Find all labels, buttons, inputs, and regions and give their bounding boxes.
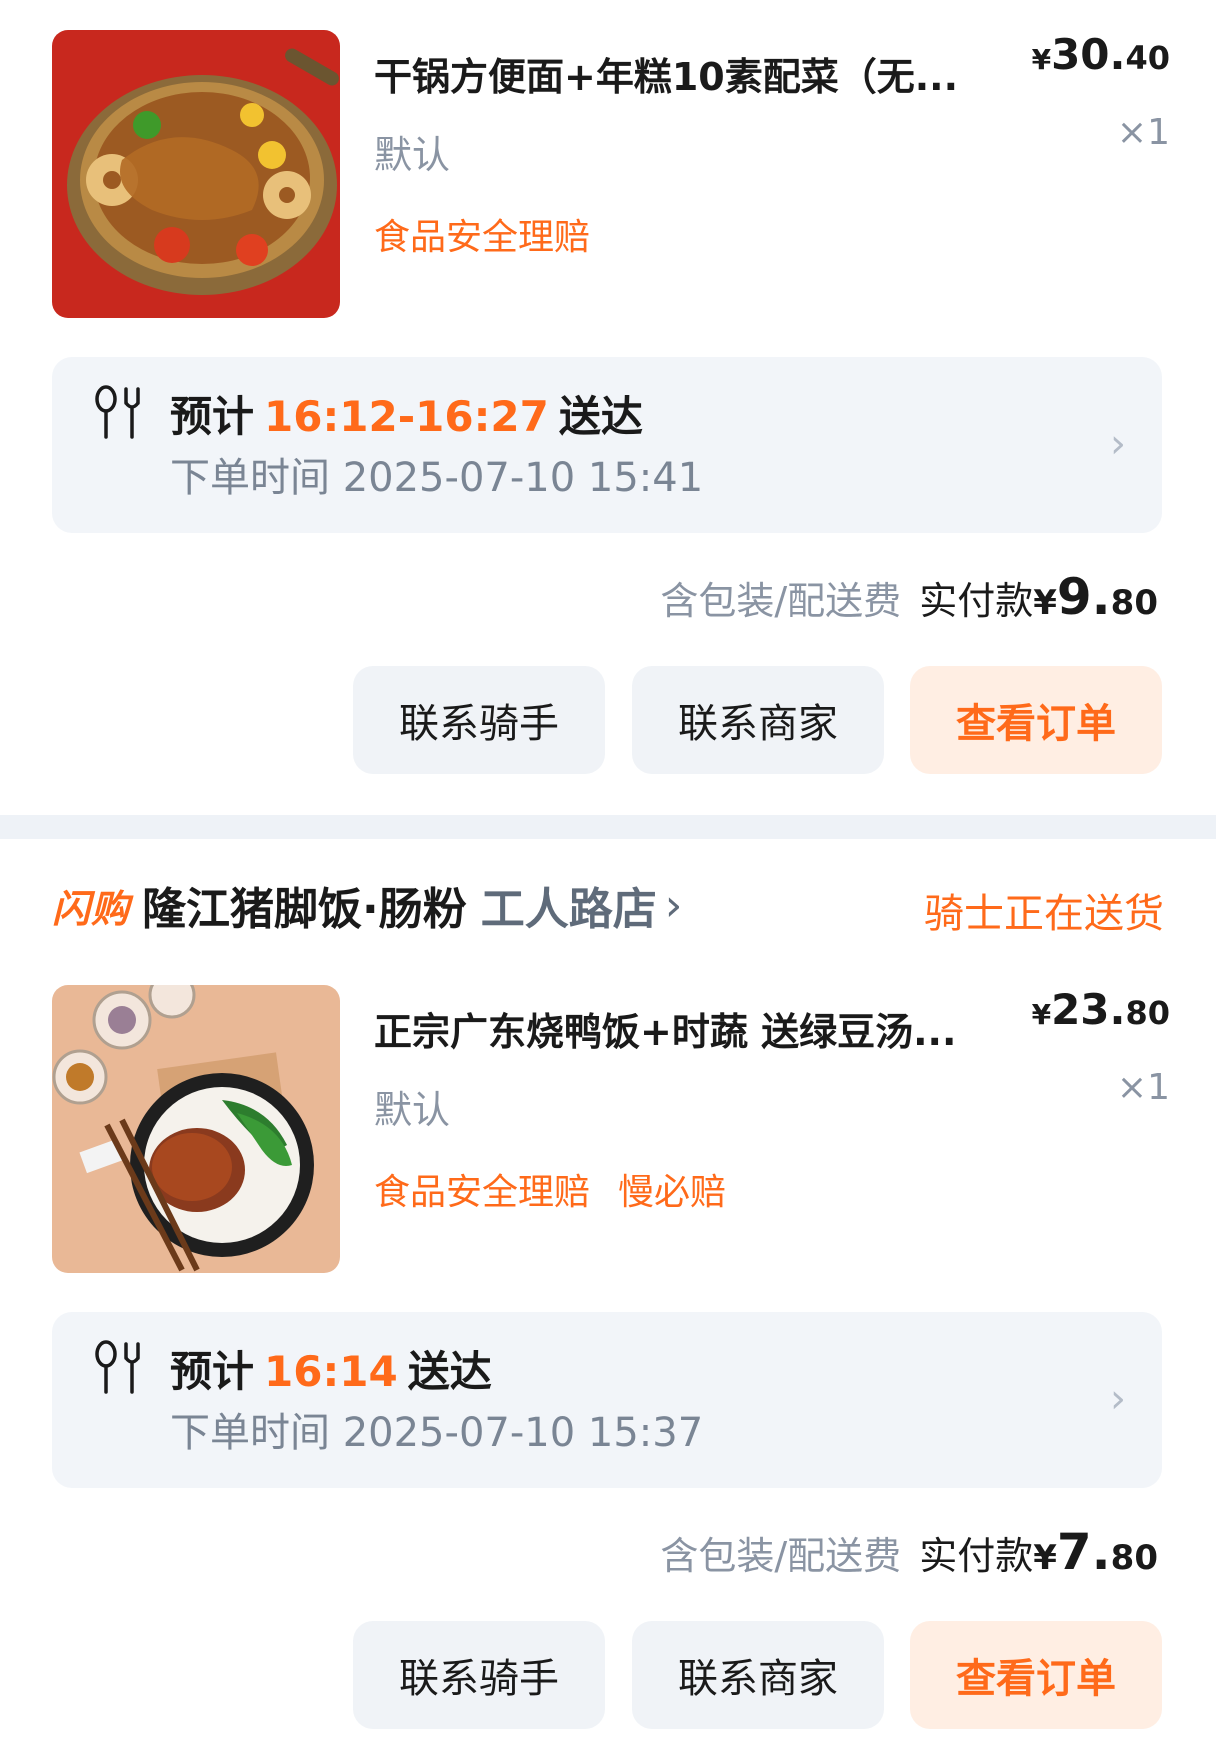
item-spec: 默认 [374,1088,451,1132]
price-decimal: 40 [1125,39,1170,77]
delivery-eta-panel[interactable]: 预计 16:12-16:27 送达 下单时间 2025-07-10 15:41 › [52,357,1162,533]
payment-summary: 含包装/配送费 实付款 ¥ 7. 80 [660,1523,1158,1581]
section-divider [0,815,1216,839]
price-currency: ¥ [1031,43,1052,76]
fee-note: 含包装/配送费 [660,1534,902,1578]
eta-suffix: 送达 [407,1347,492,1396]
chevron-right-icon[interactable]: › [665,880,683,931]
view-order-button[interactable]: 查看订单 [910,666,1162,774]
contact-merchant-button[interactable]: 联系商家 [632,666,884,774]
pay-currency: ¥ [1033,1538,1057,1578]
view-order-button[interactable]: 查看订单 [910,1621,1162,1729]
eta-line: 预计 16:14 送达 [170,1338,492,1399]
payment-summary: 含包装/配送费 实付款 ¥ 9. 80 [660,568,1158,626]
item-tags: 食品安全理赔 慢必赔 [374,1163,726,1215]
chevron-right-icon: › [1110,1376,1126,1422]
pay-decimal: 80 [1110,583,1158,623]
eta-suffix: 送达 [558,392,643,441]
order-time: 下单时间 2025-07-10 15:41 [170,455,704,501]
item-quantity: ×1 [1116,1067,1170,1108]
price-currency: ¥ [1031,998,1052,1031]
pay-integer: 9. [1056,568,1111,626]
shop-branch[interactable]: 工人路店 [481,873,657,937]
item-price: ¥23.80 [1032,985,1170,1034]
eta-time: 16:14 [264,1347,398,1396]
eta-line: 预计 16:12-16:27 送达 [170,383,643,444]
pay-label: 实付款 [919,1534,1034,1578]
order-time: 下单时间 2025-07-10 15:37 [170,1410,704,1456]
price-integer: 23. [1051,985,1126,1034]
shop-header: 闪购 隆江猪脚饭·肠粉 工人路店 › 骑士正在送货 [52,873,1164,938]
eta-time: 16:12-16:27 [264,392,549,441]
price-decimal: 80 [1125,994,1170,1032]
fork-spoon-icon [95,1340,140,1394]
tag-late-compensation[interactable]: 慢必赔 [618,1163,726,1215]
item-tags: 食品安全理赔 [374,208,590,260]
eta-prefix: 预计 [170,1347,255,1396]
dry-pot-noodles-image[interactable] [52,30,340,318]
roast-duck-rice-image[interactable] [52,985,340,1273]
pay-integer: 7. [1056,1523,1111,1581]
pay-decimal: 80 [1110,1538,1158,1578]
item-price: ¥30.40 [1032,30,1170,79]
delivery-eta-panel[interactable]: 预计 16:14 送达 下单时间 2025-07-10 15:37 › [52,1312,1162,1488]
order-status: 骑士正在送货 [924,891,1164,937]
contact-rider-button[interactable]: 联系骑手 [353,666,605,774]
item-spec: 默认 [374,133,451,177]
order-card: 干锅方便面+年糕10素配菜（无... ¥30.40 ×1 默认 食品安全理赔 预… [0,0,1216,815]
pay-currency: ¥ [1033,583,1057,623]
item-quantity: ×1 [1116,112,1170,153]
pay-label: 实付款 [919,579,1034,623]
fork-spoon-icon [95,385,140,439]
shop-name[interactable]: 隆江猪脚饭·肠粉 [142,873,467,937]
item-name[interactable]: 正宗广东烧鸭饭+时蔬 送绿豆汤... [374,1001,1014,1056]
tag-food-safety[interactable]: 食品安全理赔 [374,208,590,260]
price-integer: 30. [1051,30,1126,79]
chevron-right-icon: › [1110,421,1126,467]
fee-note: 含包装/配送费 [660,579,902,623]
tag-food-safety[interactable]: 食品安全理赔 [374,1163,590,1215]
eta-prefix: 预计 [170,392,255,441]
contact-rider-button[interactable]: 联系骑手 [353,1621,605,1729]
item-name[interactable]: 干锅方便面+年糕10素配菜（无... [374,46,1014,101]
flash-buy-badge: 闪购 [52,886,131,931]
order-card: 闪购 隆江猪脚饭·肠粉 工人路店 › 骑士正在送货 正宗广东烧鸭饭+时蔬 送绿豆… [0,839,1216,1754]
contact-merchant-button[interactable]: 联系商家 [632,1621,884,1729]
